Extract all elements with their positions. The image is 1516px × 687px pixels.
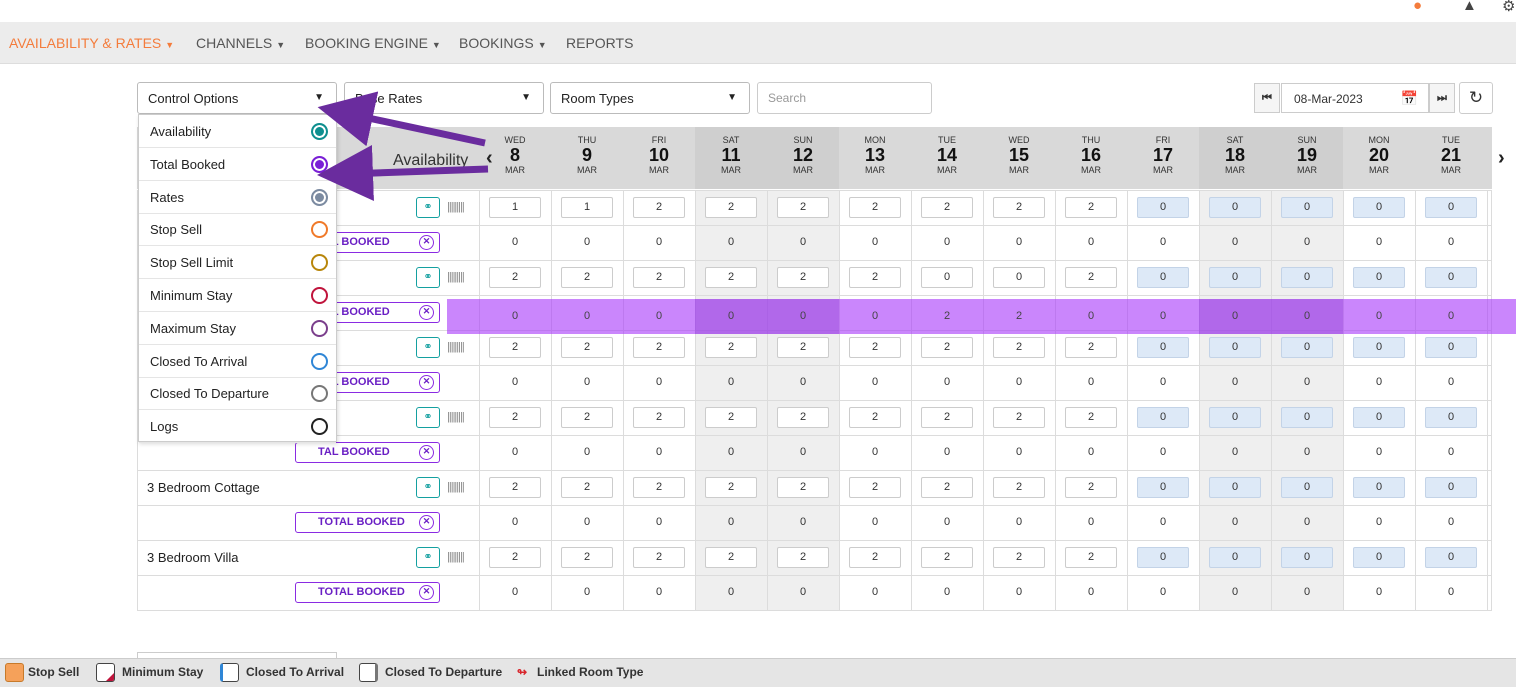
annotation-arrows [317, 91, 489, 202]
legend-stop-sell: Stop Sell [28, 665, 80, 679]
stop-sell-swatch [5, 663, 24, 682]
closed-to-departure-swatch [359, 663, 378, 682]
arrow-to-control-options [317, 91, 486, 147]
minimum-stay-swatch [96, 663, 115, 682]
legend-minimum-stay: Minimum Stay [122, 665, 204, 679]
closed-to-arrival-swatch [220, 663, 239, 682]
legend-linked-room-type: Linked Room Type [537, 665, 644, 679]
link-icon: ↬ [517, 665, 528, 679]
legend-closed-to-departure: Closed To Departure [385, 665, 503, 679]
legend-bar: Stop Sell Minimum Stay Closed To Arrival… [0, 658, 1516, 687]
arrow-to-total-booked [317, 145, 489, 202]
legend-closed-to-arrival: Closed To Arrival [246, 665, 345, 679]
